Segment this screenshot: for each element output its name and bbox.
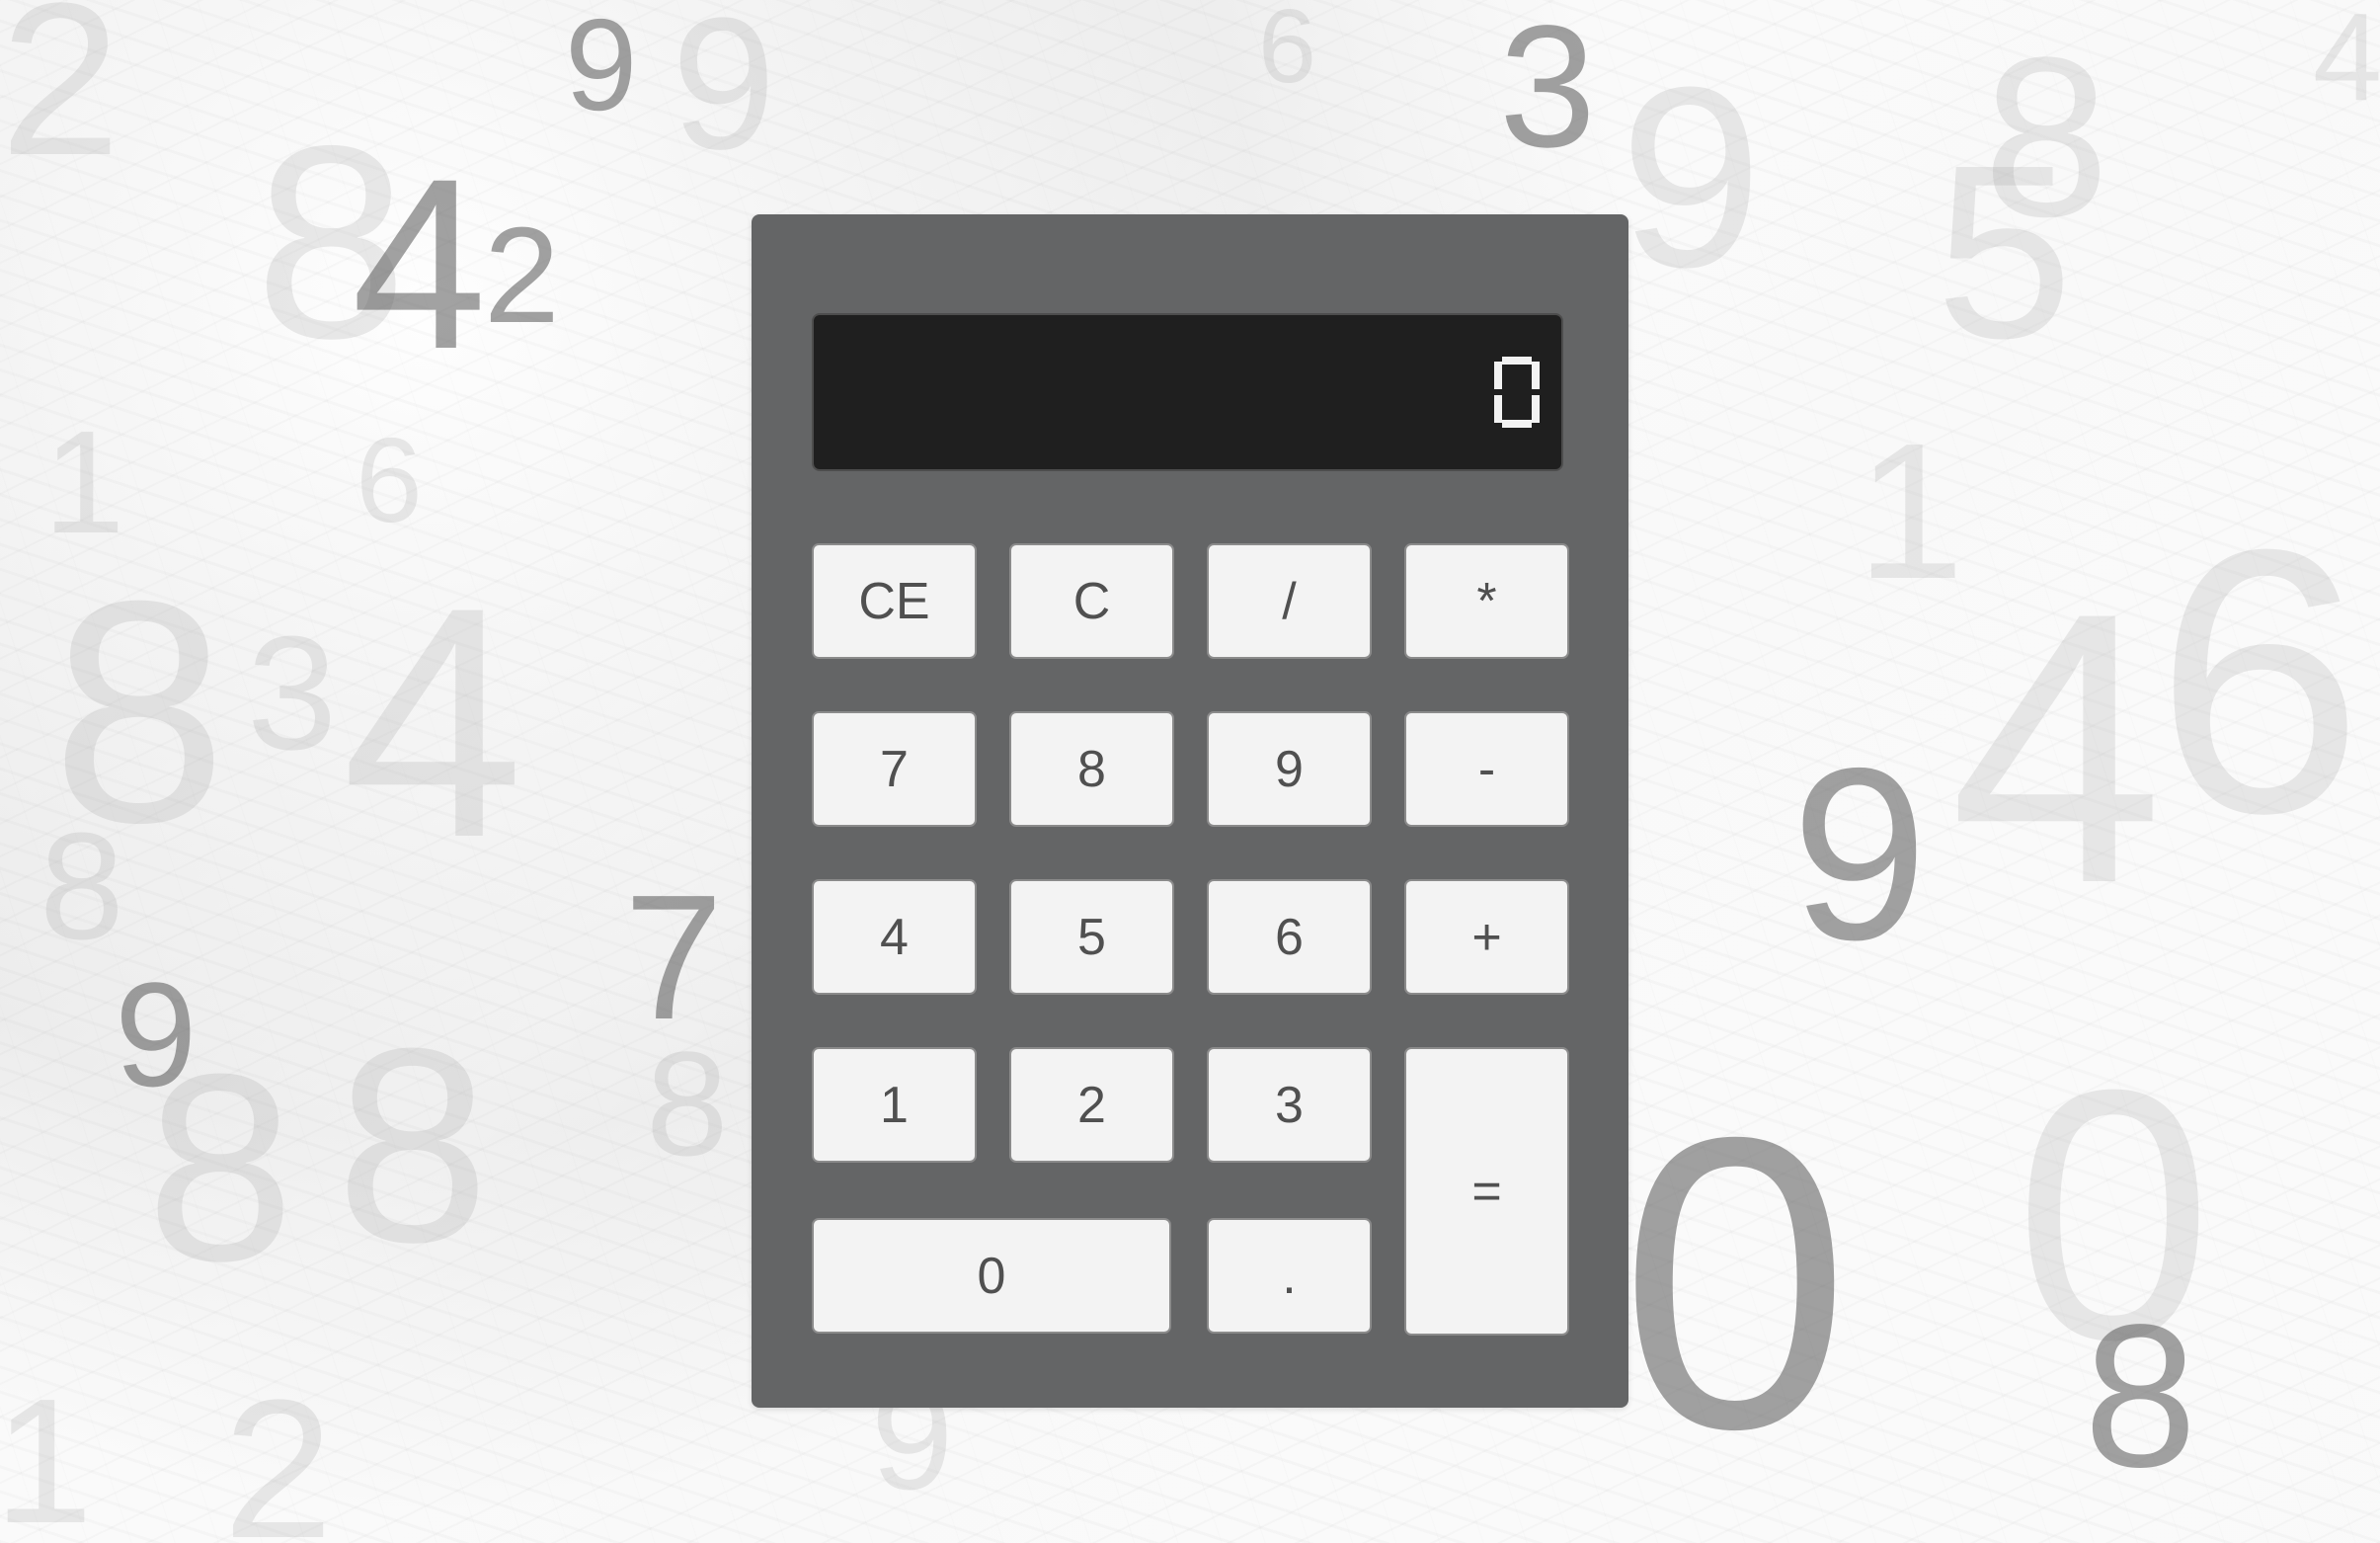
display-segment (1532, 395, 1540, 423)
background-digit: 8 (146, 1019, 295, 1317)
background-digit: 2 (484, 200, 560, 352)
background-page: 2 9 9 6 3 4 9 8 5 8 4 2 1 6 8 3 4 8 1 7 … (0, 0, 2380, 1543)
digit-1-button[interactable]: 1 (812, 1047, 977, 1163)
subtract-button[interactable]: - (1404, 711, 1569, 827)
clear-button[interactable]: C (1009, 543, 1174, 659)
display-segment (1502, 420, 1532, 428)
display-value: 0 (1494, 357, 1540, 428)
background-digit: 2 (223, 1359, 334, 1543)
digit-9-button[interactable]: 9 (1207, 711, 1372, 827)
display-panel: 0 (812, 313, 1563, 471)
digit-2-button[interactable]: 2 (1009, 1047, 1174, 1163)
digit-0-button[interactable]: 0 (812, 1218, 1171, 1334)
clear-entry-button[interactable]: CE (812, 543, 977, 659)
display-segment (1502, 357, 1532, 365)
background-digit: 6 (356, 413, 423, 547)
background-digit: 1 (1857, 403, 1965, 619)
digit-4-button[interactable]: 4 (812, 879, 977, 995)
decimal-button[interactable]: . (1207, 1218, 1372, 1334)
background-digit: 6 (1258, 0, 1316, 105)
background-digit: 8 (336, 992, 490, 1300)
background-digit: 9 (565, 0, 638, 137)
display-segment (1494, 395, 1502, 423)
background-digit: 9 (1620, 35, 1763, 321)
background-digit: 3 (1499, 0, 1596, 184)
digit-5-button[interactable]: 5 (1009, 879, 1174, 995)
digit-7-button[interactable]: 7 (812, 711, 977, 827)
background-digit: 4 (1949, 532, 2164, 963)
background-digit: 9 (1791, 716, 1928, 991)
background-digit: 9 (672, 0, 776, 189)
background-digit: 8 (646, 1020, 729, 1186)
background-digit: 8 (2084, 1282, 2197, 1509)
background-digit: 0 (1620, 1052, 1851, 1515)
divide-button[interactable]: / (1207, 543, 1372, 659)
background-digit: 1 (0, 1362, 94, 1543)
digit-8-button[interactable]: 8 (1009, 711, 1174, 827)
background-digit: 4 (2313, 0, 2380, 126)
multiply-button[interactable]: * (1404, 543, 1569, 659)
background-digit: 5 (1936, 114, 2074, 389)
background-digit: 2 (0, 0, 121, 201)
display-segment (1494, 362, 1502, 389)
background-digit: 4 (352, 128, 487, 400)
background-digit: 8 (40, 801, 124, 971)
background-digit: 3 (247, 603, 338, 783)
digit-3-button[interactable]: 3 (1207, 1047, 1372, 1163)
display-segment (1532, 362, 1540, 389)
equals-button[interactable]: = (1404, 1047, 1569, 1336)
background-digit: 4 (342, 539, 524, 906)
add-button[interactable]: + (1404, 879, 1569, 995)
calculator-body: 0 CE C / * 7 8 9 - 4 5 6 + 1 2 3 = 0 . (752, 214, 1628, 1408)
background-digit: 6 (2155, 471, 2364, 891)
digit-6-button[interactable]: 6 (1207, 879, 1372, 995)
